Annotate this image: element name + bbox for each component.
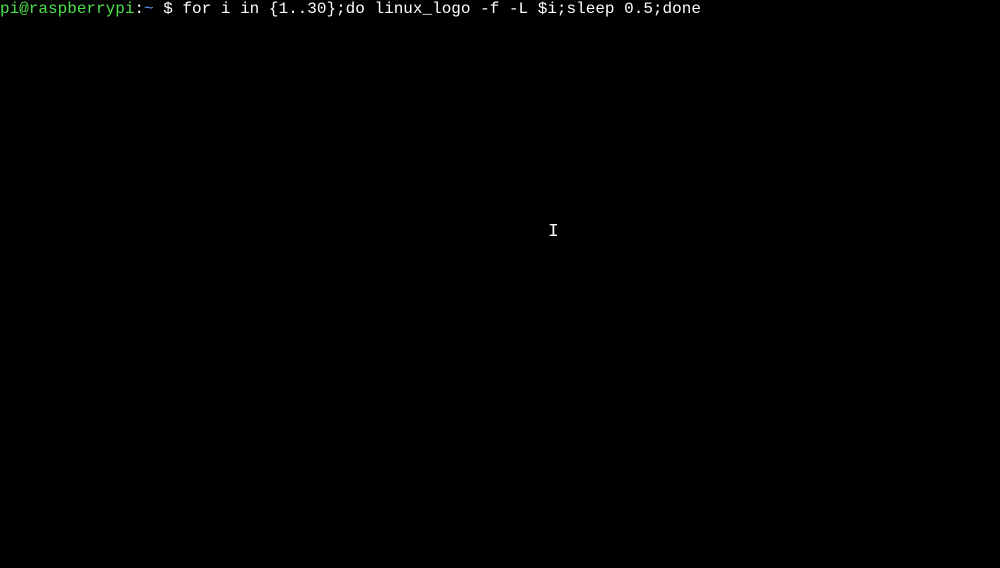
prompt-user-host: pi@raspberrypi (0, 0, 134, 18)
terminal-window[interactable]: pi@raspberrypi:~ $ for i in {1..30};do l… (0, 0, 1000, 568)
prompt-line: pi@raspberrypi:~ $ for i in {1..30};do l… (0, 0, 1000, 19)
prompt-symbol: $ (154, 0, 183, 18)
command-text: for i in {1..30};do linux_logo -f -L $i;… (182, 0, 700, 18)
prompt-path: ~ (144, 0, 154, 18)
prompt-separator: : (134, 0, 144, 18)
text-cursor-icon: I (548, 222, 559, 244)
